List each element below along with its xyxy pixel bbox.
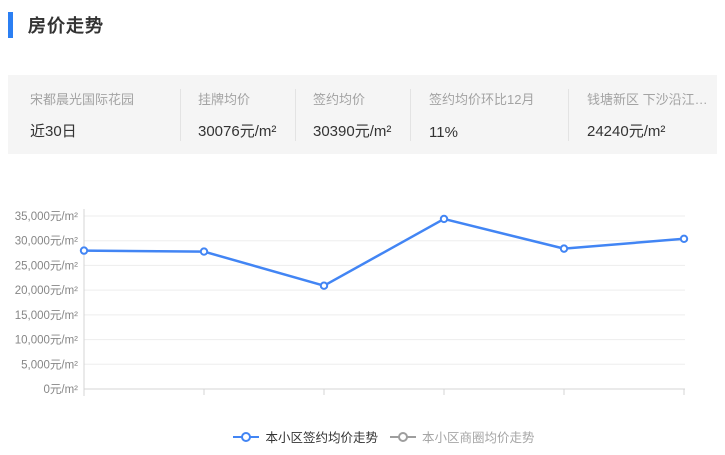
legend-label-signed-avg: 本小区签约均价走势	[265, 427, 378, 446]
stat-listing-avg-price: 挂牌均价 30076元/m²	[180, 89, 295, 141]
data-point-marker[interactable]	[81, 247, 87, 253]
y-axis-tick-label: 15,000元/m²	[15, 310, 78, 322]
stat-label-listing-avg: 挂牌均价	[198, 89, 295, 108]
stats-bar: 宋都晨光国际花园 近30日 挂牌均价 30076元/m² 签约均价 30390元…	[8, 75, 717, 154]
line-circle-icon	[233, 431, 259, 443]
y-axis-tick-label: 35,000元/m²	[15, 211, 78, 223]
stat-signed-avg-price: 签约均价 30390元/m²	[295, 89, 410, 141]
y-axis-tick-label: 10,000元/m²	[15, 335, 78, 347]
stat-value-district-avg: 24240元/m²	[587, 120, 717, 141]
stat-community-period: 宋都晨光国际花园 近30日	[8, 89, 180, 141]
legend-item-district-avg-trend[interactable]: 本小区商圈均价走势	[390, 427, 535, 446]
title-accent-bar	[8, 12, 13, 38]
data-point-marker[interactable]	[561, 245, 567, 251]
chart-legend: 本小区签约均价走势 本小区商圈均价走势	[84, 427, 684, 446]
data-point-marker[interactable]	[321, 282, 327, 288]
stat-label-mom-change: 签约均价环比12月	[429, 89, 568, 108]
stat-value-signed-avg: 30390元/m²	[313, 120, 410, 141]
trend-line	[84, 219, 684, 286]
stat-label-district: 钱塘新区 下沙沿江…	[587, 89, 717, 108]
y-axis-tick-label: 25,000元/m²	[15, 260, 78, 272]
stat-label-signed-avg: 签约均价	[313, 89, 410, 108]
stat-value-mom-change: 11%	[429, 124, 568, 141]
stat-district-avg-price: 钱塘新区 下沙沿江… 24240元/m²	[568, 89, 717, 141]
y-axis-tick-label: 5,000元/m²	[21, 359, 78, 371]
stat-value-listing-avg: 30076元/m²	[198, 120, 295, 141]
legend-dot	[398, 432, 408, 442]
data-point-marker[interactable]	[681, 236, 687, 242]
data-point-marker[interactable]	[201, 248, 207, 254]
page-title: 房价走势	[28, 12, 104, 38]
stat-value-period: 近30日	[30, 120, 180, 141]
y-axis-tick-label: 30,000元/m²	[15, 236, 78, 248]
y-axis-tick-label: 0元/m²	[44, 384, 79, 396]
stat-mom-change: 签约均价环比12月 11%	[410, 89, 568, 141]
line-circle-icon	[390, 431, 416, 443]
legend-dot	[241, 432, 251, 442]
stat-label-community: 宋都晨光国际花园	[30, 89, 180, 108]
data-point-marker[interactable]	[441, 216, 447, 222]
y-axis-tick-label: 20,000元/m²	[15, 285, 78, 297]
section-header: 房价走势	[8, 12, 104, 38]
legend-label-district-avg: 本小区商圈均价走势	[422, 427, 535, 446]
price-trend-line-chart[interactable]: 0元/m² 5,000元/m² 10,000元/m² 15,000元/m² 20,000…	[0, 195, 725, 410]
legend-item-signed-avg-trend[interactable]: 本小区签约均价走势	[233, 427, 378, 446]
